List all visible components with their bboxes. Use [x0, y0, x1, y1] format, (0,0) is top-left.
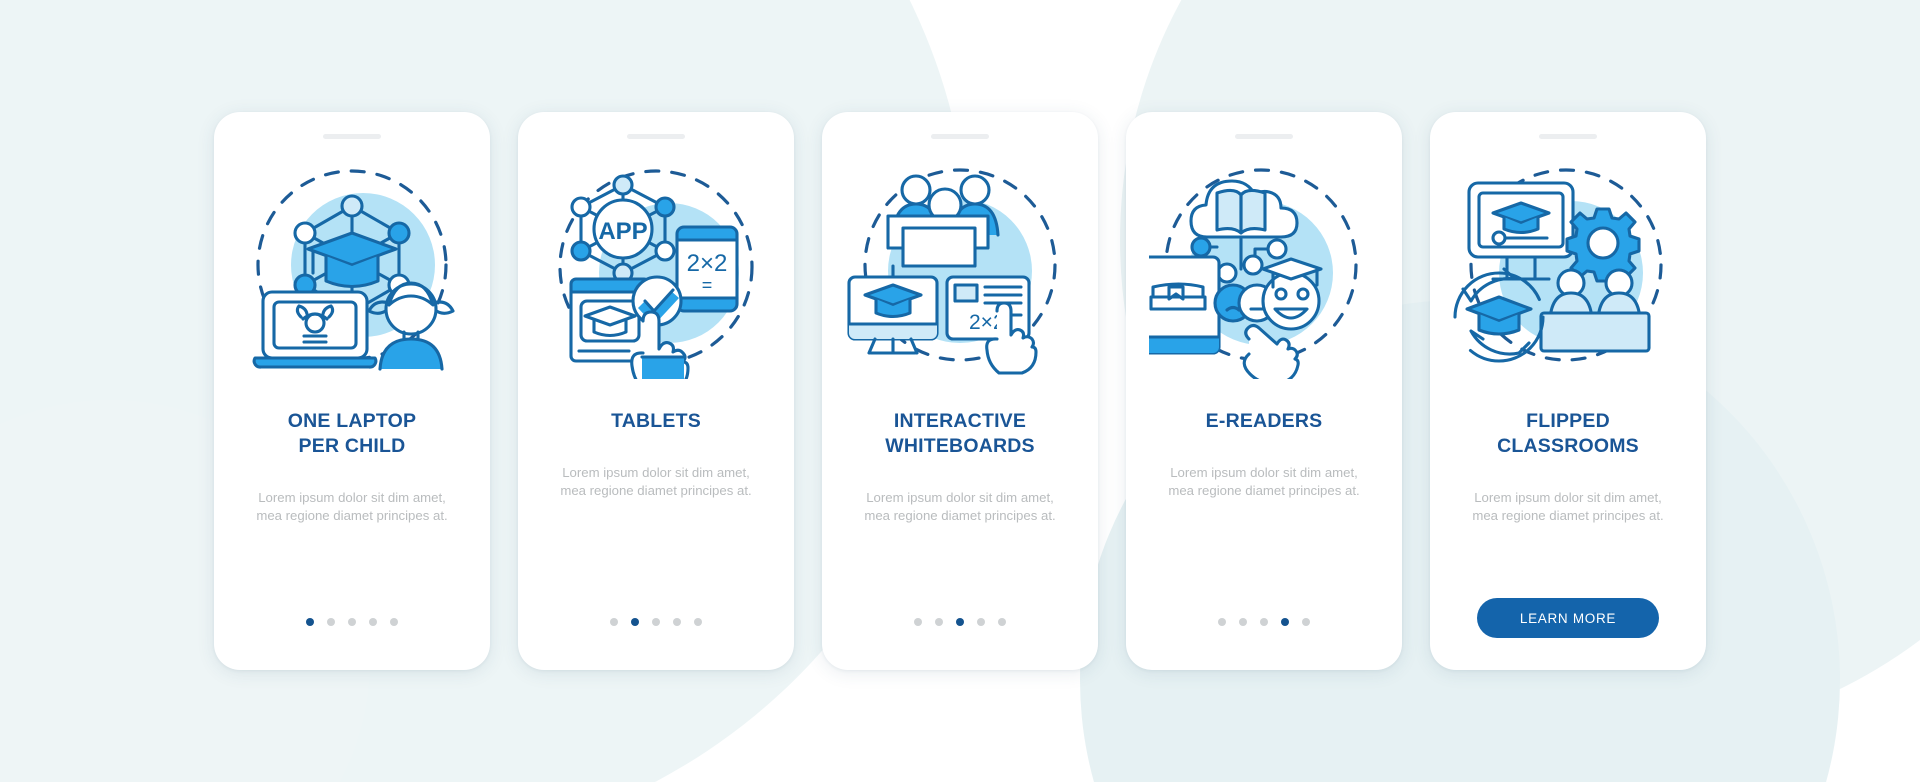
pagination-dot-2[interactable] [327, 618, 335, 626]
pagination-dots[interactable] [610, 618, 702, 626]
tablet-math-label: 2×2 [687, 250, 728, 277]
onboarding-card-one-laptop-per-child[interactable]: ONE LAPTOP PER CHILD Lorem ipsum dolor si… [214, 112, 490, 670]
flipped-classroom-illustration [1453, 161, 1683, 379]
pagination-dot-1[interactable] [610, 618, 618, 626]
card-body-text: Lorem ipsum dolor sit dim amet, mea regi… [1472, 489, 1664, 524]
pagination-dot-5[interactable] [390, 618, 398, 626]
app-label: APP [598, 218, 647, 245]
card-title: E-READERS [1205, 410, 1323, 432]
phone-speaker-notch [323, 134, 381, 139]
pagination-dots[interactable] [306, 618, 398, 626]
pagination-dot-4[interactable] [977, 618, 985, 626]
pagination-dot-1[interactable] [914, 618, 922, 626]
card-body-text: Lorem ipsum dolor sit dim amet, mea regi… [864, 489, 1056, 524]
card-title: ONE LAPTOP PER CHILD [287, 410, 417, 457]
pagination-dot-5[interactable] [1302, 618, 1310, 626]
pagination-dot-5[interactable] [998, 618, 1006, 626]
phone-speaker-notch [627, 134, 685, 139]
pagination-dot-3[interactable] [956, 618, 964, 626]
onboarding-card-interactive-whiteboards[interactable]: 2×2 INTERACTIVE WHITEBOARDS Lorem ipsum d… [822, 112, 1098, 670]
e-reader-cloud-illustration [1149, 161, 1379, 379]
card-body-text: Lorem ipsum dolor sit dim amet, mea regi… [560, 464, 752, 499]
pagination-dot-4[interactable] [1281, 618, 1289, 626]
pagination-dot-4[interactable] [673, 618, 681, 626]
pagination-dot-2[interactable] [1239, 618, 1247, 626]
interactive-whiteboard-illustration: 2×2 [845, 161, 1075, 379]
card-title: INTERACTIVE WHITEBOARDS [885, 410, 1035, 457]
pagination-dot-4[interactable] [369, 618, 377, 626]
tablet-equals-label: = [702, 275, 713, 295]
pagination-dot-3[interactable] [1260, 618, 1268, 626]
pagination-dot-2[interactable] [631, 618, 639, 626]
card-body-text: Lorem ipsum dolor sit dim amet, mea regi… [256, 489, 448, 524]
phone-speaker-notch [931, 134, 989, 139]
onboarding-card-tablets[interactable]: APP 2×2 = TABLETS Lorem ipsum dolor sit … [518, 112, 794, 670]
pagination-dot-2[interactable] [935, 618, 943, 626]
laptop-network-child-illustration [237, 161, 467, 379]
card-title: TABLETS [611, 410, 701, 432]
phone-speaker-notch [1235, 134, 1293, 139]
onboarding-card-e-readers[interactable]: E-READERS Lorem ipsum dolor sit dim amet… [1126, 112, 1402, 670]
phone-speaker-notch [1539, 134, 1597, 139]
card-title: FLIPPED CLASSROOMS [1497, 410, 1639, 457]
pagination-dots[interactable] [914, 618, 1006, 626]
tablets-app-illustration: APP 2×2 = [541, 161, 771, 379]
pagination-dots[interactable] [1218, 618, 1310, 626]
learn-more-button[interactable]: LEARN MORE [1477, 598, 1659, 638]
onboarding-card-flipped-classrooms[interactable]: FLIPPED CLASSROOMS Lorem ipsum dolor sit … [1430, 112, 1706, 670]
pagination-dot-1[interactable] [1218, 618, 1226, 626]
card-body-text: Lorem ipsum dolor sit dim amet, mea regi… [1168, 464, 1360, 499]
pagination-dot-1[interactable] [306, 618, 314, 626]
pagination-dot-3[interactable] [652, 618, 660, 626]
pagination-dot-5[interactable] [694, 618, 702, 626]
pagination-dot-3[interactable] [348, 618, 356, 626]
onboarding-screen-row: ONE LAPTOP PER CHILD Lorem ipsum dolor si… [0, 0, 1920, 782]
